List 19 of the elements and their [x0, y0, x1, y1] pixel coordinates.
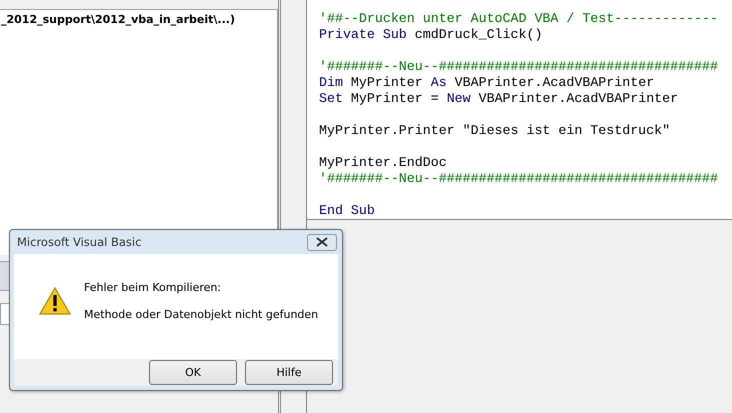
dialog-title: Microsoft Visual Basic: [16, 235, 142, 249]
close-icon: [316, 237, 328, 247]
code-line: '#######--Neu--###################################: [319, 171, 718, 187]
code-line: MyPrinter.Printer "Dieses ist ein Testdruck": [319, 123, 670, 139]
close-button[interactable]: [307, 234, 337, 250]
code-line: Dim MyPrinter As VBAPrinter.AcadVBAPrinter: [319, 75, 654, 91]
code-line: '##--Drucken unter AutoCAD VBA / Test-------------: [319, 11, 718, 27]
help-button[interactable]: Hilfe: [245, 360, 333, 385]
code-editor[interactable]: [306, 0, 732, 220]
error-message: Fehler beim Kompilieren:: [84, 281, 222, 294]
code-line: Private Sub cmdDruck_Click(): [319, 27, 542, 43]
project-path: _2012_support\2012_vba_in_arbeit\...): [0, 12, 236, 26]
warning-icon: [39, 287, 71, 315]
ok-button[interactable]: OK: [149, 360, 237, 385]
code-line: '#######--Neu--###################################: [319, 59, 718, 75]
code-line: End Sub: [319, 203, 375, 219]
error-message: Methode oder Datenobjekt nicht gefunden: [84, 308, 318, 321]
code-line: MyPrinter.EndDoc: [319, 155, 447, 171]
code-line: Set MyPrinter = New VBAPrinter.AcadVBAPrinter: [319, 91, 678, 107]
